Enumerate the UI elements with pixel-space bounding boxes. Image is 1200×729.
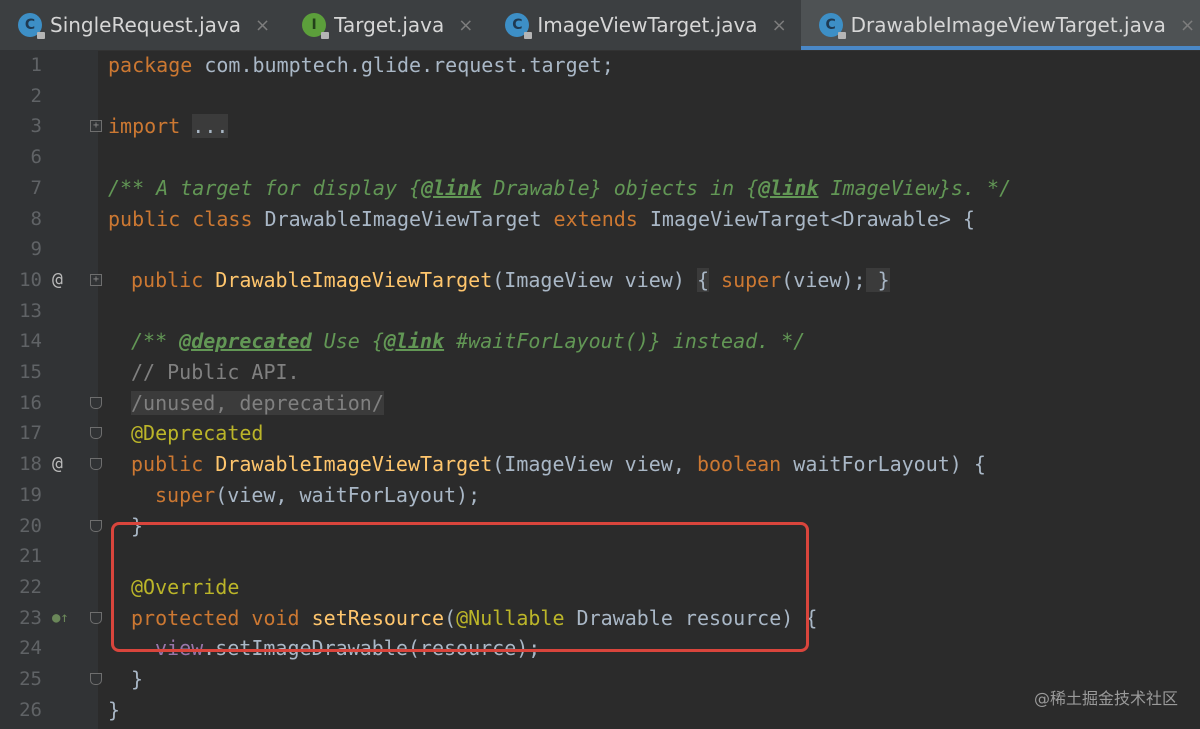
line-number: 19	[19, 483, 42, 506]
interface-icon: I	[302, 13, 330, 39]
code-line: 13	[0, 296, 1200, 327]
line-number: 2	[30, 84, 42, 107]
code-line: 6	[0, 142, 1200, 173]
code-text[interactable]: protected void setResource(@Nullable Dra…	[131, 603, 817, 634]
code-text[interactable]: view.setImageDrawable(resource);	[155, 633, 540, 664]
override-marker-icon[interactable]: @	[52, 265, 63, 296]
line-number: 23	[19, 606, 42, 629]
fold-collapse-icon[interactable]	[90, 673, 102, 685]
code-line: 16 /unused, deprecation/	[0, 388, 1200, 419]
implements-marker-icon[interactable]: ●↑	[52, 603, 69, 634]
line-number: 6	[30, 146, 42, 169]
class-icon: C	[18, 13, 45, 39]
code-text[interactable]: package com.bumptech.glide.request.targe…	[108, 50, 614, 81]
line-number: 3	[30, 115, 42, 138]
line-number: 10	[19, 268, 42, 291]
override-marker-icon[interactable]: @	[52, 449, 63, 480]
line-number: 15	[19, 361, 42, 383]
code-text[interactable]: public DrawableImageViewTarget(ImageView…	[131, 449, 986, 480]
code-line: 9	[0, 234, 1200, 265]
tab-image-view-target[interactable]: C ImageViewTarget.java ×	[487, 0, 800, 50]
tab-drawable-image-view-target[interactable]: C DrawableImageViewTarget.java ×	[800, 0, 1200, 50]
close-icon[interactable]: ×	[772, 15, 787, 36]
fold-expand-icon[interactable]: +	[90, 273, 102, 286]
code-line: 17 @Deprecated	[0, 418, 1200, 449]
class-icon: C	[818, 13, 846, 39]
code-text[interactable]: super(view, waitForLayout);	[155, 480, 480, 511]
close-icon[interactable]: ×	[458, 15, 473, 36]
code-line: 21	[0, 541, 1200, 572]
line-number: 25	[19, 668, 42, 690]
line-number: 24	[19, 637, 42, 660]
code-text[interactable]: }	[108, 695, 120, 726]
close-icon[interactable]: ×	[255, 15, 270, 36]
code-line: 18 @ public DrawableImageViewTarget(Imag…	[0, 449, 1200, 480]
code-line: 20 }	[0, 511, 1200, 542]
tab-label: SingleRequest.java	[50, 13, 241, 37]
code-line: 26 }	[0, 695, 1200, 726]
fold-expand-icon[interactable]: +	[90, 120, 102, 133]
tab-label: DrawableImageViewTarget.java	[850, 13, 1166, 37]
class-icon: C	[505, 13, 533, 39]
tab-label: ImageViewTarget.java	[537, 13, 758, 37]
line-number: 1	[30, 54, 42, 76]
code-text[interactable]: }	[131, 664, 143, 695]
code-line: 14 /** @deprecated Use {@link #waitForLa…	[0, 326, 1200, 357]
code-text[interactable]: /** A target for display {@link Drawable…	[108, 173, 1011, 204]
fold-collapse-icon[interactable]	[90, 427, 102, 440]
code-line: 8 public class DrawableImageViewTarget e…	[0, 204, 1200, 235]
line-number: 14	[19, 330, 42, 353]
line-number: 22	[19, 575, 42, 598]
folded-region[interactable]: ...	[192, 114, 229, 139]
code-line: 10 @ + public DrawableImageViewTarget(Im…	[0, 265, 1200, 296]
code-line: 1 package com.bumptech.glide.request.tar…	[0, 50, 1200, 81]
code-text[interactable]: // Public API.	[131, 357, 300, 388]
close-icon[interactable]: ×	[1180, 15, 1195, 36]
code-text[interactable]: public DrawableImageViewTarget(ImageView…	[131, 265, 890, 296]
line-number: 17	[19, 422, 42, 445]
line-number: 7	[30, 176, 42, 199]
fold-collapse-icon[interactable]	[90, 519, 102, 532]
tab-target[interactable]: I Target.java ×	[284, 0, 487, 50]
code-line: 22 @Override	[0, 572, 1200, 603]
code-line: 2	[0, 81, 1200, 112]
editor-tab-bar: C SingleRequest.java × I Target.java × C…	[0, 0, 1200, 51]
tab-single-request[interactable]: C SingleRequest.java ×	[0, 0, 284, 50]
code-text[interactable]: public class DrawableImageViewTarget ext…	[108, 204, 975, 235]
line-number: 9	[30, 238, 42, 261]
fold-collapse-icon[interactable]	[90, 458, 102, 471]
line-number: 20	[19, 514, 42, 537]
tab-label: Target.java	[334, 13, 445, 37]
line-number: 26	[19, 698, 42, 721]
line-number: 21	[19, 545, 42, 568]
line-number: 8	[30, 207, 42, 230]
code-text[interactable]: }	[131, 511, 143, 542]
code-text[interactable]: /** @deprecated Use {@link #waitForLayou…	[131, 326, 805, 357]
fold-collapse-icon[interactable]	[90, 396, 102, 409]
code-text[interactable]: @Override	[131, 572, 239, 603]
code-text[interactable]: @Deprecated	[131, 418, 263, 449]
code-line: 24 view.setImageDrawable(resource);	[0, 633, 1200, 664]
code-line: 7 /** A target for display {@link Drawab…	[0, 173, 1200, 204]
line-number: 18	[19, 453, 42, 476]
code-line: 19 super(view, waitForLayout);	[0, 480, 1200, 511]
fold-collapse-icon[interactable]	[90, 611, 102, 624]
code-text[interactable]: /unused, deprecation/	[131, 388, 384, 419]
line-number: 13	[19, 299, 42, 322]
code-line: 25 }	[0, 664, 1200, 695]
code-text[interactable]: import ...	[108, 111, 229, 142]
code-line: 23 ●↑ protected void setResource(@Nullab…	[0, 603, 1200, 634]
code-line: 15 // Public API.	[0, 357, 1200, 388]
watermark: @稀土掘金技术社区	[1033, 689, 1178, 708]
code-editor[interactable]: 1 package com.bumptech.glide.request.tar…	[0, 50, 1200, 729]
line-number: 16	[19, 391, 42, 414]
code-line: 3 + import ...	[0, 111, 1200, 142]
